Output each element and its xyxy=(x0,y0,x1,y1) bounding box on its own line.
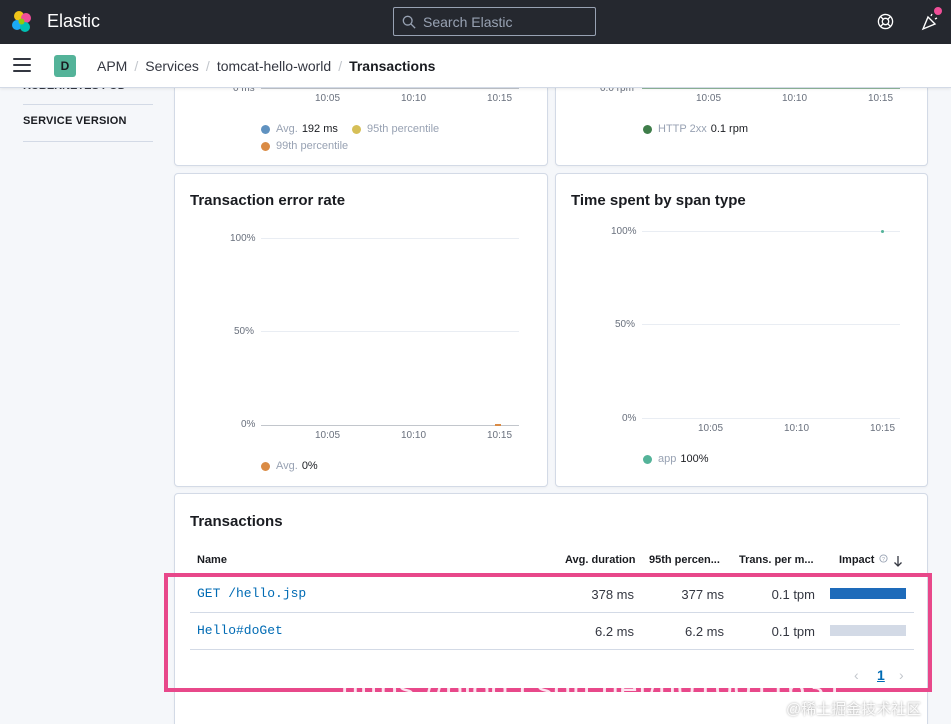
legend-dot xyxy=(643,454,652,464)
legend-dot xyxy=(643,124,652,134)
gridline xyxy=(642,231,900,232)
x-tick: 10:15 xyxy=(868,93,894,104)
legend-label: app xyxy=(658,453,677,465)
breadcrumb-separator: / xyxy=(338,58,343,74)
x-axis-line xyxy=(642,88,900,89)
info-icon[interactable]: ? xyxy=(879,554,888,563)
legend-dot xyxy=(261,124,270,134)
x-tick: 10:05 xyxy=(315,93,341,104)
sidebar-divider xyxy=(23,104,153,105)
legend-label: HTTP 2xx xyxy=(658,123,707,135)
space-avatar[interactable]: D xyxy=(54,55,76,77)
sidebar-item-service-version[interactable]: SERVICE VERSION xyxy=(23,115,127,127)
error-rate-panel: Transaction error rate 100% 50% 0% 10:05… xyxy=(174,173,548,487)
x-tick: 10:15 xyxy=(870,423,896,434)
x-tick: 10:10 xyxy=(784,423,810,434)
newsfeed-icon[interactable] xyxy=(920,12,940,32)
search-icon xyxy=(402,15,416,29)
column-header-tpm[interactable]: Trans. per m... xyxy=(739,554,814,566)
x-tick: 10:05 xyxy=(698,423,724,434)
legend-value: 100% xyxy=(680,453,709,465)
top-header: Elastic Search Elastic xyxy=(0,0,951,44)
y-tick: 100% xyxy=(611,226,637,237)
legend-value: 192 ms xyxy=(301,123,338,135)
elastic-logo-icon[interactable] xyxy=(10,10,34,34)
watermark-url: https://blog.csdn.net/u010011631 xyxy=(341,670,844,706)
gridline xyxy=(642,418,900,419)
panel-title: Time spent by span type xyxy=(571,192,746,209)
sidebar-divider xyxy=(23,141,153,142)
legend-item-avg[interactable]: Avg. 0% xyxy=(261,460,318,472)
legend-value: 0.1 rpm xyxy=(710,123,748,135)
x-tick: 10:05 xyxy=(696,93,722,104)
data-point xyxy=(495,424,501,426)
legend-item-app[interactable]: app 100% xyxy=(643,453,709,465)
legend-label: Avg. xyxy=(276,460,298,472)
notification-dot xyxy=(934,7,942,15)
y-tick: 50% xyxy=(615,319,636,330)
panel-title: Transaction error rate xyxy=(190,192,346,209)
data-point xyxy=(881,230,884,233)
x-axis-line xyxy=(261,425,519,426)
legend-value: 0% xyxy=(301,460,318,472)
x-tick: 10:10 xyxy=(782,93,808,104)
y-tick: 100% xyxy=(230,233,256,244)
breadcrumb-separator: / xyxy=(134,58,139,74)
legend-dot xyxy=(261,461,270,471)
legend-label: 95th percentile xyxy=(367,123,440,135)
breadcrumb-services[interactable]: Services xyxy=(145,58,199,74)
legend-label: Avg. xyxy=(276,123,298,135)
x-tick: 10:05 xyxy=(315,430,341,441)
x-tick: 10:15 xyxy=(487,430,513,441)
legend-dot xyxy=(352,124,361,134)
column-header-name[interactable]: Name xyxy=(197,554,227,566)
legend-item-avg[interactable]: Avg. 192 ms xyxy=(261,123,338,135)
breadcrumb-bar: D APM / Services / tomcat-hello-world / … xyxy=(0,44,951,88)
svg-text:?: ? xyxy=(882,557,885,563)
breadcrumb-service[interactable]: tomcat-hello-world xyxy=(217,58,331,74)
x-axis-line xyxy=(261,88,519,89)
legend-item-99th[interactable]: 99th percentile xyxy=(261,140,352,152)
x-tick: 10:10 xyxy=(401,430,427,441)
app-title: Elastic xyxy=(47,11,101,31)
y-tick: 0% xyxy=(622,413,637,424)
column-header-avg-duration[interactable]: Avg. duration xyxy=(565,554,635,566)
x-tick: 10:15 xyxy=(487,93,513,104)
breadcrumb-current: Transactions xyxy=(349,58,436,74)
gridline xyxy=(642,324,900,325)
panel-title: Transactions xyxy=(190,513,283,530)
breadcrumb-separator: / xyxy=(205,58,210,74)
help-lifebuoy-icon[interactable] xyxy=(877,13,894,30)
span-type-panel: Time spent by span type 100% 50% 0% 10:0… xyxy=(555,173,928,487)
watermark-credit: @稀土掘金技术社区 xyxy=(786,701,922,718)
column-header-impact[interactable]: Impact xyxy=(839,554,874,566)
gridline xyxy=(261,331,519,332)
menu-hamburger-icon[interactable] xyxy=(13,58,31,74)
legend-item-http2xx[interactable]: HTTP 2xx 0.1 rpm xyxy=(643,123,748,135)
search-placeholder: Search Elastic xyxy=(423,13,513,30)
x-tick: 10:10 xyxy=(401,93,427,104)
column-header-95th[interactable]: 95th percen... xyxy=(649,554,720,566)
gridline xyxy=(261,238,519,239)
y-tick: 50% xyxy=(234,326,255,337)
sort-descending-icon[interactable] xyxy=(893,555,903,567)
y-tick: 0% xyxy=(241,419,256,430)
legend-item-95th[interactable]: 95th percentile xyxy=(352,123,443,135)
search-input[interactable]: Search Elastic xyxy=(393,7,596,36)
breadcrumb: APM / Services / tomcat-hello-world / Tr… xyxy=(97,58,435,74)
legend-label: 99th percentile xyxy=(276,140,349,152)
legend-dot xyxy=(261,141,270,151)
breadcrumb-apm[interactable]: APM xyxy=(97,58,127,74)
